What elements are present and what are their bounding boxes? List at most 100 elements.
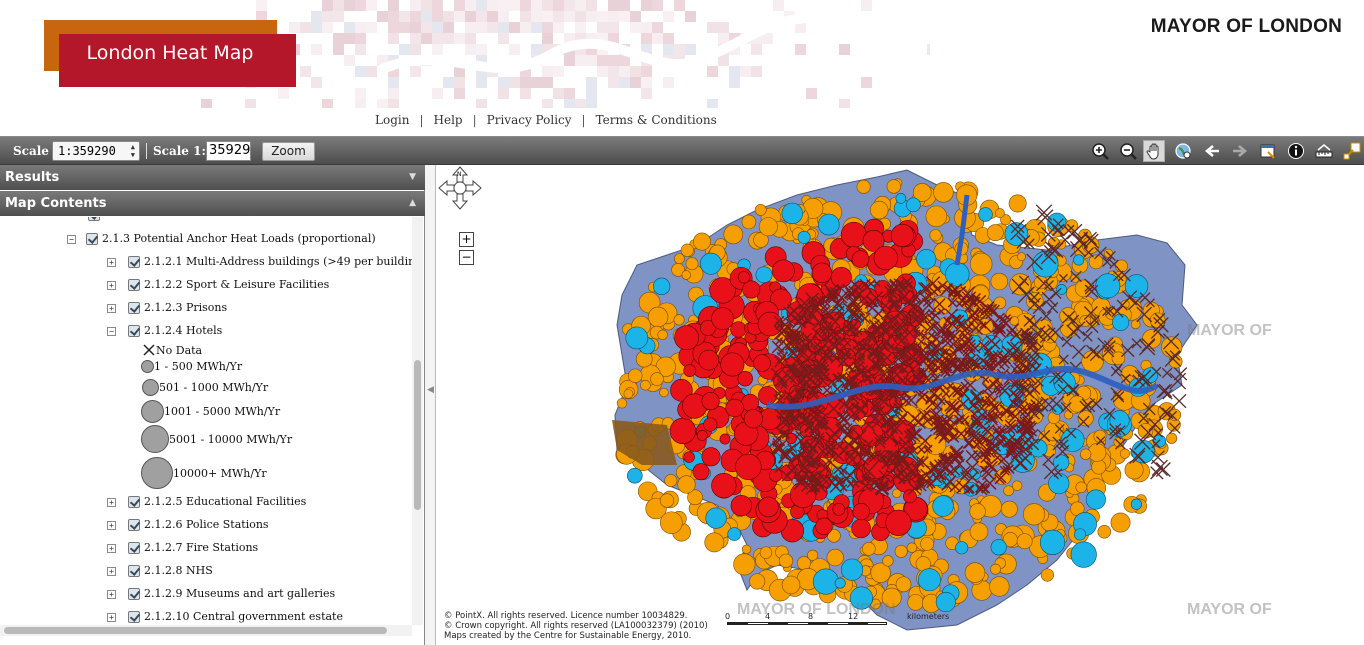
map-marker — [935, 591, 956, 613]
map-marker — [870, 200, 889, 220]
login-link[interactable]: Login — [365, 113, 419, 127]
map-marker — [890, 223, 914, 247]
layer-checkbox[interactable] — [128, 519, 140, 531]
map-marker — [882, 555, 894, 567]
pan-left-icon[interactable] — [438, 179, 455, 197]
layer-checkbox[interactable] — [128, 279, 140, 291]
layer-label[interactable]: 2.1.2.1 Multi-Address buildings (>49 per… — [144, 252, 412, 272]
map-contents-header[interactable]: Map Contents ▲ — [0, 191, 425, 216]
layer-checkbox[interactable] — [128, 611, 140, 623]
privacy-policy-link[interactable]: Privacy Policy — [477, 113, 582, 127]
map-marker — [692, 463, 710, 481]
layer-checkbox[interactable] — [128, 565, 140, 577]
layer-checkbox[interactable] — [86, 233, 98, 245]
scale-select-value: 1:359290 — [58, 144, 116, 158]
map-marker — [685, 257, 699, 271]
scale-input[interactable]: 35929 — [206, 141, 251, 161]
layer-label[interactable]: 2.1.2.8 NHS — [144, 561, 213, 581]
map-marker — [993, 296, 1007, 310]
layer-checkbox[interactable] — [128, 588, 140, 600]
layer-label[interactable]: 2.1.2.5 Educational Facilities — [144, 492, 306, 512]
layer-label[interactable]: 2.1.2.4 Hotels — [144, 321, 222, 341]
horizontal-scrollbar[interactable] — [0, 625, 412, 636]
map-marker — [616, 398, 628, 409]
measure-icon[interactable] — [1313, 140, 1335, 162]
map-marker — [681, 270, 691, 280]
zoom-out-icon[interactable] — [1117, 140, 1139, 162]
layer-label[interactable]: 2.1.2.9 Museums and art galleries — [144, 584, 335, 604]
layer-checkbox[interactable] — [128, 542, 140, 554]
map-marker — [723, 224, 744, 245]
pan-control[interactable]: N — [437, 165, 483, 211]
map-marker — [1110, 512, 1131, 533]
map-marker — [830, 266, 852, 288]
forward-arrow-icon[interactable] — [1229, 140, 1251, 162]
parent-layer-label[interactable]: 2.1.3 Potential Anchor Heat Loads (propo… — [102, 229, 376, 249]
layer-label[interactable]: 2.1.2.3 Prisons — [144, 298, 227, 318]
scrollbar-thumb[interactable] — [4, 627, 387, 634]
panel-splitter[interactable]: ◀ — [425, 165, 436, 645]
pan-down-icon[interactable] — [451, 193, 469, 210]
layer-row: + 2.1.2.8 NHS — [107, 561, 213, 581]
results-header[interactable]: Results ▼ — [0, 165, 425, 190]
legend-item: 501 - 1000 MWh/Yr — [142, 379, 268, 396]
layer-label[interactable]: 2.1.2.7 Fire Stations — [144, 538, 258, 558]
map-zoom-out-button[interactable]: − — [459, 250, 474, 265]
collapse-icon[interactable]: − — [107, 326, 116, 336]
map-marker — [673, 314, 685, 326]
full-extent-globe-icon[interactable] — [1172, 140, 1194, 162]
select-box-icon[interactable] — [1257, 140, 1279, 162]
map-marker — [1166, 432, 1178, 444]
zoom-in-icon[interactable] — [1089, 140, 1111, 162]
map-marker — [699, 252, 722, 275]
heat-map-canvas[interactable] — [437, 165, 1364, 645]
map-marker — [969, 252, 993, 276]
scale-select[interactable]: 1:359290 ▲ ▼ — [52, 141, 140, 161]
info-icon[interactable] — [1285, 140, 1307, 162]
spinner-icon[interactable]: ▲ ▼ — [131, 143, 135, 159]
expand-icon[interactable]: + — [107, 520, 116, 530]
map-marker — [969, 503, 986, 520]
collapse-icon[interactable]: − — [67, 234, 76, 244]
layer-checkbox[interactable] — [128, 302, 140, 314]
expand-icon[interactable]: + — [107, 566, 116, 576]
map-marker — [1081, 350, 1104, 373]
zoom-button[interactable]: Zoom — [262, 142, 315, 161]
layer-checkbox[interactable] — [128, 496, 140, 508]
layer-label[interactable]: 2.1.2.2 Sport & Leisure Facilities — [144, 275, 329, 295]
layer-checkbox[interactable] — [128, 256, 140, 268]
scrollbar-thumb[interactable] — [414, 360, 421, 510]
layer-row: + 2.1.2.10 Central government estate — [107, 607, 343, 623]
layer-checkbox[interactable] — [128, 325, 140, 337]
pan-hand-icon[interactable] — [1143, 140, 1165, 162]
terms-conditions-link[interactable]: Terms & Conditions — [586, 113, 727, 127]
expand-icon[interactable]: + — [107, 497, 116, 507]
chevron-down-icon[interactable]: ▼ — [409, 165, 416, 190]
resize-icon[interactable] — [1341, 140, 1363, 162]
collapse-arrow-icon[interactable]: ◀ — [427, 385, 434, 395]
pan-right-icon[interactable] — [465, 179, 482, 197]
app-title[interactable]: London Heat Map — [59, 34, 281, 74]
map-marker — [779, 464, 796, 482]
watermark: MAYOR OF — [1187, 601, 1272, 618]
expand-icon[interactable]: + — [107, 612, 116, 622]
legend-item: 1001 - 5000 MWh/Yr — [141, 400, 280, 423]
expand-icon[interactable]: + — [107, 280, 116, 290]
expand-icon[interactable]: + — [107, 303, 116, 313]
chevron-up-icon[interactable]: ▲ — [409, 191, 416, 216]
expand-icon[interactable]: + — [107, 543, 116, 553]
expand-icon[interactable]: + — [107, 589, 116, 599]
layer-checkbox[interactable] — [88, 217, 100, 221]
layer-row: + 2.1.2.2 Sport & Leisure Facilities — [107, 275, 329, 295]
back-arrow-icon[interactable] — [1201, 140, 1223, 162]
expand-icon[interactable]: + — [107, 257, 116, 267]
map-zoom-in-button[interactable]: + — [459, 232, 474, 247]
vertical-scrollbar[interactable] — [412, 217, 423, 625]
map-marker — [730, 494, 752, 517]
map-view[interactable]: N + − MAYOR OF MAYOR OF MAYOR OF LONDON … — [437, 165, 1364, 645]
layer-label[interactable]: 2.1.2.6 Police Stations — [144, 515, 269, 535]
map-marker — [834, 577, 846, 589]
help-link[interactable]: Help — [424, 113, 473, 127]
layer-label[interactable]: 2.1.2.10 Central government estate — [144, 607, 343, 623]
map-marker — [1130, 498, 1143, 510]
